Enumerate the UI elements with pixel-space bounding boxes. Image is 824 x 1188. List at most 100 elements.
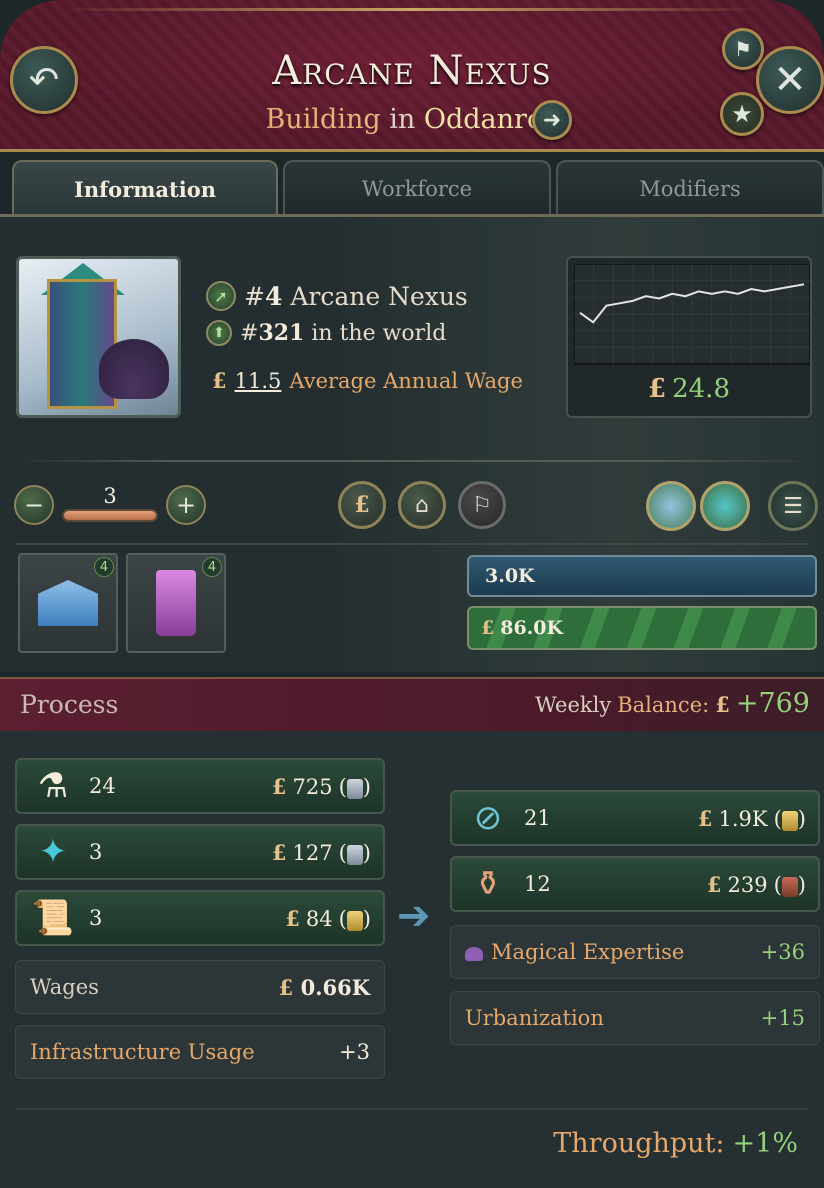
urbanization-label: Urbanization <box>465 1006 604 1030</box>
goto-location-button[interactable]: ➜ <box>532 100 572 140</box>
minus-icon: − <box>23 491 45 519</box>
potion-icon <box>156 570 196 636</box>
good-price: £ 239 () <box>707 872 806 897</box>
undo-icon: ↶ <box>28 59 60 101</box>
close-button[interactable]: ✕ <box>756 46 824 114</box>
cash-reserves-bar[interactable]: £ 86.0K <box>467 606 817 650</box>
wage-value[interactable]: 11.5 <box>235 369 282 393</box>
process-arrow-icon: ➔ <box>397 893 431 939</box>
input-good-row[interactable]: 📜 3 £ 84 () <box>15 890 385 946</box>
price-value: 127 <box>292 841 333 865</box>
input-good-row[interactable]: ⚗ 24 £ 725 () <box>15 758 385 814</box>
rank-up-arrow-icon: ⬆ <box>206 320 232 346</box>
menu-button[interactable]: ☰ <box>768 481 818 531</box>
good-quantity: 3 <box>89 906 103 930</box>
ownership-button[interactable]: ⌂ <box>398 481 446 529</box>
silver-coin-icon <box>346 778 363 799</box>
building-type-potion[interactable]: 4 <box>126 553 226 653</box>
infrastructure-label: Infrastructure Usage <box>30 1040 255 1064</box>
lake-terrain-button[interactable] <box>700 481 750 531</box>
output-good-row[interactable]: ⊘ 21 £ 1.9K () <box>450 790 820 846</box>
building-portrait <box>16 256 181 418</box>
pound-icon: £ <box>715 692 730 717</box>
pound-icon: £ <box>212 368 227 393</box>
price-value: 239 <box>727 873 768 897</box>
decrease-level-button[interactable]: − <box>14 485 54 525</box>
local-rank: ➚ #4 Arcane Nexus <box>206 281 468 311</box>
graph-value-number: 24.8 <box>672 374 730 404</box>
employment-bar[interactable]: 3.0K <box>467 555 817 597</box>
signpost-icon: ⚑ <box>734 37 752 61</box>
cash-reserves-value: 86.0K <box>500 617 564 639</box>
bank-icon <box>38 580 98 626</box>
pound-icon: £ <box>271 774 287 799</box>
wages-amount: £ 0.66K <box>279 975 370 1000</box>
rank-number: 4 <box>264 281 283 311</box>
price-value: 84 <box>305 907 333 931</box>
copper-coin-icon <box>781 876 798 897</box>
profit-line-chart <box>574 264 810 365</box>
wage-label: Average Annual Wage <box>289 369 523 393</box>
throughput[interactable]: Throughput: +1% <box>553 1128 798 1159</box>
wages-row[interactable]: Wages £ 0.66K <box>15 960 385 1014</box>
crystal-icon: ✦ <box>38 832 68 872</box>
building-subtitle: Building in Oddanroy <box>0 104 824 135</box>
tab-modifiers[interactable]: Modifiers <box>556 160 824 216</box>
graph-value: £24.8 <box>568 374 810 404</box>
tab-information[interactable]: Information <box>12 160 278 216</box>
tab-workforce[interactable]: Workforce <box>283 160 551 216</box>
urbanization-row[interactable]: Urbanization +15 <box>450 991 820 1045</box>
arrow-right-icon: ➜ <box>542 107 562 133</box>
increase-level-button[interactable]: + <box>166 485 206 525</box>
good-quantity: 3 <box>89 840 103 864</box>
subtitle-type: Building <box>265 104 381 135</box>
house-icon: ⌂ <box>415 492 429 518</box>
pound-icon: £ <box>706 872 722 897</box>
good-quantity: 12 <box>524 872 551 896</box>
portal-icon: ⊘ <box>473 798 503 838</box>
good-price: £ 1.9K () <box>698 806 806 831</box>
gold-coin-icon <box>346 910 363 931</box>
building-type-bank[interactable]: 4 <box>18 553 118 653</box>
expertise-value: +36 <box>760 940 805 964</box>
world-rank-number: 321 <box>258 320 305 346</box>
price-coin: () <box>338 841 371 865</box>
wizard-hat-shape <box>99 339 169 399</box>
level-value: 3 <box>103 484 117 508</box>
potions-icon: ⚱ <box>473 864 503 904</box>
urbanization-value: +15 <box>760 1006 805 1030</box>
good-quantity: 21 <box>524 806 551 830</box>
pound-icon: £ <box>697 806 713 831</box>
weekly-balance-value: +769 <box>735 688 810 719</box>
world-rank-text: #321 in the world <box>240 320 446 346</box>
wizard-hat-icon <box>465 946 483 961</box>
nationalize-button[interactable]: ⚐ <box>458 481 506 529</box>
world-rank-prefix: # <box>240 321 259 346</box>
expertise-label: Magical Expertise <box>491 940 685 964</box>
price-coin: () <box>773 873 806 897</box>
price-value: 725 <box>292 775 333 799</box>
magical-expertise-row[interactable]: Magical Expertise +36 <box>450 925 820 979</box>
level-input[interactable] <box>62 509 158 522</box>
favorite-button[interactable]: ★ <box>720 92 764 136</box>
throughput-value: +1% <box>732 1128 798 1159</box>
section-divider <box>16 460 808 462</box>
subsidize-button[interactable]: £ <box>338 481 386 529</box>
good-price: £ 127 () <box>272 840 371 865</box>
throughput-label: Throughput: <box>553 1128 725 1159</box>
expertise-label-wrap: Magical Expertise <box>465 940 684 964</box>
input-good-row[interactable]: ✦ 3 £ 127 () <box>15 824 385 880</box>
profit-graph[interactable]: £24.8 <box>566 256 812 418</box>
back-button[interactable]: ↶ <box>10 46 78 114</box>
wages-label: Wages <box>30 975 99 999</box>
pound-icon: £ <box>285 906 300 931</box>
river-terrain-button[interactable] <box>646 481 696 531</box>
subtitle-in: in <box>389 104 416 135</box>
world-rank: ⬆ #321 in the world <box>206 320 446 346</box>
output-good-row[interactable]: ⚱ 12 £ 239 () <box>450 856 820 912</box>
building-title: Arcane Nexus <box>272 48 552 94</box>
infrastructure-row[interactable]: Infrastructure Usage +3 <box>15 1025 385 1079</box>
silver-coin-icon <box>346 844 363 865</box>
close-icon: ✕ <box>773 57 807 103</box>
signpost-button[interactable]: ⚑ <box>722 28 764 70</box>
